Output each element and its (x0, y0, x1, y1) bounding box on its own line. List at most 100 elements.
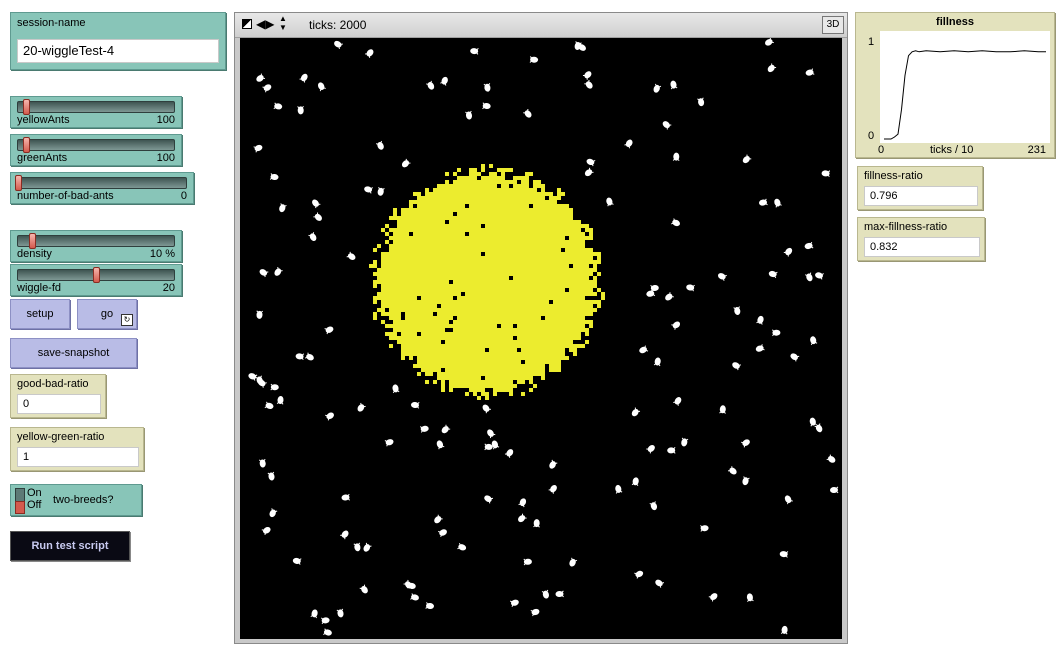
switch-toggle[interactable] (15, 488, 25, 514)
patch-cell (401, 352, 405, 356)
patch-cell (433, 224, 437, 228)
patch-cell (485, 336, 489, 340)
patch-cell (381, 312, 385, 316)
patch-cell (537, 308, 541, 312)
slider-track[interactable] (17, 177, 187, 189)
patch-cell (565, 320, 569, 324)
save-snapshot-button[interactable]: save-snapshot (10, 338, 137, 368)
slider-thumb[interactable] (29, 233, 36, 249)
patch-cell (497, 376, 501, 380)
patch-cell (385, 296, 389, 300)
session-name-input[interactable]: 20-wiggleTest-4 (17, 39, 219, 63)
slider-number-of-bad-ants[interactable]: number-of-bad-ants 0 (10, 172, 194, 204)
patch-cell (473, 248, 477, 252)
resize-icon[interactable] (242, 19, 252, 29)
go-button[interactable]: go ↻ (77, 299, 137, 329)
patch-cell (529, 216, 533, 220)
slider-wiggle-fd[interactable]: wiggle-fd 20 (10, 264, 182, 296)
fillness-series-line (884, 50, 1046, 140)
patch-cell (497, 276, 501, 280)
patch-cell (485, 208, 489, 212)
switch-two-breeds[interactable]: On Off two-breeds? (10, 484, 142, 516)
patch-cell (477, 316, 481, 320)
patch-cell (517, 352, 521, 356)
ant (700, 525, 709, 532)
patch-cell (493, 324, 497, 328)
patch-cell (489, 344, 493, 348)
patch-cell (557, 224, 561, 228)
patch-cell (425, 224, 429, 228)
ant-body (606, 197, 613, 206)
patch-cell (405, 352, 409, 356)
patch-cell (433, 188, 437, 192)
patch-cell (397, 296, 401, 300)
patch-cell (437, 256, 441, 260)
slider-thumb[interactable] (23, 137, 30, 153)
3d-button[interactable]: 3D (822, 16, 844, 34)
horizontal-arrows-icon[interactable]: ◀▶ (256, 16, 274, 32)
slider-track[interactable] (17, 101, 175, 113)
patch-cell (541, 336, 545, 340)
patch-cell (565, 344, 569, 348)
patch-cell (489, 300, 493, 304)
patch-cell (557, 288, 561, 292)
patch-cell (481, 272, 485, 276)
run-test-script-label: Run test script (31, 540, 109, 552)
patch-cell (433, 308, 437, 312)
patch-cell (465, 240, 469, 244)
patch-cell (525, 208, 529, 212)
switch-knob[interactable] (15, 501, 25, 514)
setup-button[interactable]: setup (10, 299, 70, 329)
world-canvas[interactable] (240, 38, 842, 639)
patch-cell (485, 384, 489, 388)
patch-cell (513, 276, 517, 280)
patch-cell (501, 340, 505, 344)
patch-cell (401, 348, 405, 352)
patch-cell (533, 248, 537, 252)
patch-cell (525, 260, 529, 264)
patch-cell (441, 236, 445, 240)
slider-yellowants[interactable]: yellowAnts 100 (10, 96, 182, 128)
patch-cell (505, 236, 509, 240)
patch-cell (433, 292, 437, 296)
patch-cell (501, 192, 505, 196)
ant (273, 102, 283, 110)
slider-thumb[interactable] (93, 267, 100, 283)
slider-track[interactable] (17, 139, 175, 151)
run-test-script-button[interactable]: Run test script (10, 531, 130, 561)
patch-cell (445, 292, 449, 296)
patch-cell (425, 240, 429, 244)
patch-cell (425, 340, 429, 344)
slider-thumb[interactable] (23, 99, 30, 115)
ant-body (364, 186, 373, 193)
patch-cell (433, 228, 437, 232)
patch-cell (417, 224, 421, 228)
slider-greenants[interactable]: greenAnts 100 (10, 134, 182, 166)
patch-cell (465, 228, 469, 232)
patch-cell (517, 284, 521, 288)
patch-cell (389, 304, 393, 308)
vertical-arrows-icon[interactable]: ▲ ▼ (279, 14, 287, 32)
patch-cell (529, 228, 533, 232)
patch-cell (441, 324, 445, 328)
ant (487, 429, 496, 439)
patch-cell (565, 308, 569, 312)
patch-cell (441, 332, 445, 336)
slider-track[interactable] (17, 235, 175, 247)
patch-cell (433, 200, 437, 204)
patch-cell (533, 228, 537, 232)
patch-cell (513, 264, 517, 268)
patch-cell (533, 284, 537, 288)
patch-cell (381, 320, 385, 324)
patch-cell (453, 292, 457, 296)
patch-cell (477, 252, 481, 256)
patch-cell (529, 284, 533, 288)
slider-density[interactable]: density 10 % (10, 230, 182, 262)
slider-thumb[interactable] (15, 175, 22, 191)
patch-cell (437, 332, 441, 336)
patch-cell (425, 356, 429, 360)
patch-cell (477, 224, 481, 228)
patch-cell (473, 236, 477, 240)
patch-cell (465, 280, 469, 284)
patch-cell (417, 196, 421, 200)
